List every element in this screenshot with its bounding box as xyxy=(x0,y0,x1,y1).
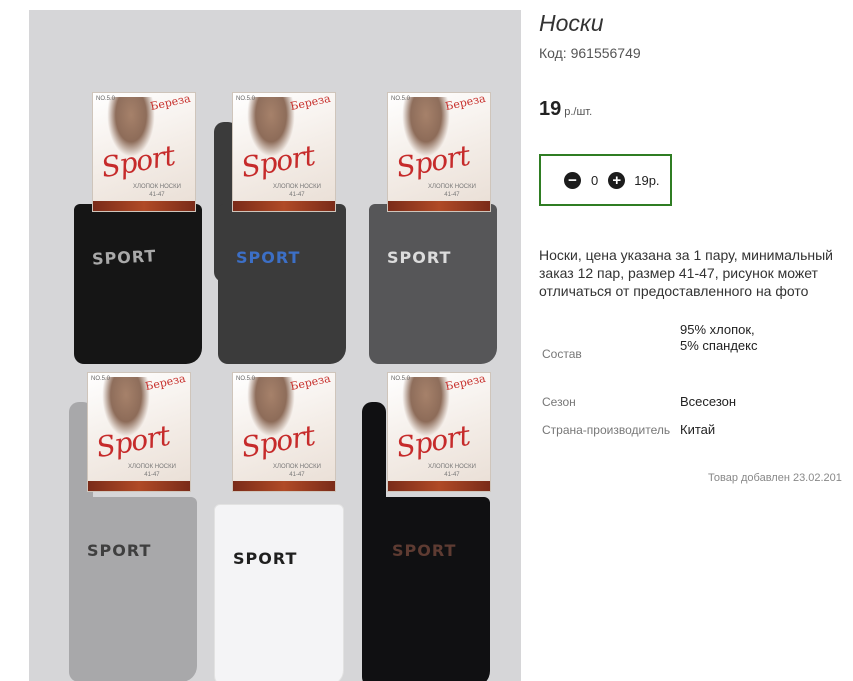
sock-print: SPORT xyxy=(87,541,152,560)
sock-print: SPORT xyxy=(387,248,452,267)
pack-band xyxy=(388,481,490,491)
pack-label: NO.5.0 Береза Sport ХЛОПОК НОСКИ 41-47 xyxy=(387,372,491,492)
pack-number: NO.5.0 xyxy=(391,376,411,382)
product-title: Носки xyxy=(539,10,604,36)
pack-label: NO.5.0 Береза Sport ХЛОПОК НОСКИ 41-47 xyxy=(92,92,196,212)
brand-name: Береза xyxy=(444,91,487,114)
quantity-total: 19р. xyxy=(634,172,660,188)
sock-pack: SPORT NO.5.0 Береза Sport ХЛОПОК НОСКИ 4… xyxy=(362,372,502,681)
product-description: Носки, цена указана за 1 пару, минимальн… xyxy=(539,247,833,299)
sock: SPORT xyxy=(369,204,497,364)
pack-number: NO.5.0 xyxy=(236,376,256,382)
sock-pack: SPORT NO.5.0 Береза Sport ХЛОПОК НОСКИ 4… xyxy=(369,92,509,364)
sock-print: SPORT xyxy=(91,246,157,269)
sock-print: SPORT xyxy=(236,248,301,267)
pack-band xyxy=(233,201,335,211)
brand-name: Береза xyxy=(289,91,332,114)
pack-label: NO.5.0 Береза Sport ХЛОПОК НОСКИ 41-47 xyxy=(387,92,491,212)
spec-label: Страна-производитель xyxy=(542,423,671,437)
pack-band xyxy=(93,201,195,211)
pack-number: NO.5.0 xyxy=(96,96,116,102)
product-image[interactable]: SPORT NO.5.0 Береза Sport ХЛОПОК НОСКИ 4… xyxy=(29,10,521,681)
sock: SPORT xyxy=(214,504,344,681)
pack-band xyxy=(233,481,335,491)
minus-circle-icon[interactable]: − xyxy=(564,171,581,189)
pack-size: ХЛОПОК НОСКИ 41-47 xyxy=(273,464,321,478)
pack-size: ХЛОПОК НОСКИ 41-47 xyxy=(128,464,176,478)
spec-value: Китай xyxy=(680,422,716,437)
spec-label: Состав xyxy=(542,347,582,361)
pack-band xyxy=(88,481,190,491)
sock-pack: SPORT NO.5.0 Береза Sport ХЛОПОК НОСКИ 4… xyxy=(214,92,354,364)
brand-name: Береза xyxy=(144,371,187,394)
sock: SPORT xyxy=(74,204,202,364)
brand-name: Береза xyxy=(289,371,332,394)
pack-label: NO.5.0 Береза Sport ХЛОПОК НОСКИ 41-47 xyxy=(87,372,191,492)
pack-size: ХЛОПОК НОСКИ 41-47 xyxy=(428,184,476,198)
pack-label: NO.5.0 Береза Sport ХЛОПОК НОСКИ 41-47 xyxy=(232,372,336,492)
quantity-selector: − 0 + 19р. xyxy=(539,154,672,206)
added-date: Товар добавлен 23.02.201 xyxy=(708,472,842,484)
pack-size: ХЛОПОК НОСКИ 41-47 xyxy=(133,184,181,198)
product-code: Код: 961556749 xyxy=(539,45,641,61)
sock-print: SPORT xyxy=(392,541,457,560)
sock: SPORT xyxy=(218,204,346,364)
plus-circle-icon[interactable]: + xyxy=(608,171,626,189)
quantity-value: 0 xyxy=(591,172,599,188)
sock-pack: SPORT NO.5.0 Береза Sport ХЛОПОК НОСКИ 4… xyxy=(74,92,214,364)
pack-number: NO.5.0 xyxy=(91,376,111,382)
sock: SPORT xyxy=(362,497,490,681)
sock-pack: SPORT NO.5.0 Береза Sport ХЛОПОК НОСКИ 4… xyxy=(214,372,354,681)
pack-number: NO.5.0 xyxy=(391,96,411,102)
pack-band xyxy=(388,201,490,211)
pack-label: NO.5.0 Береза Sport ХЛОПОК НОСКИ 41-47 xyxy=(232,92,336,212)
spec-label: Сезон xyxy=(542,395,576,409)
spec-value: 95% хлопок, 5% спандекс xyxy=(680,322,758,353)
brand-name: Береза xyxy=(149,91,192,114)
price-unit: р./шт. xyxy=(564,106,593,118)
product-price: 19 р./шт. xyxy=(539,98,592,121)
pack-size: ХЛОПОК НОСКИ 41-47 xyxy=(273,184,321,198)
brand-name: Береза xyxy=(444,371,487,394)
sock: SPORT xyxy=(69,497,197,681)
pack-number: NO.5.0 xyxy=(236,96,256,102)
sock-pack: SPORT NO.5.0 Береза Sport ХЛОПОК НОСКИ 4… xyxy=(69,372,209,681)
sock-print: SPORT xyxy=(233,549,298,568)
price-value: 19 xyxy=(539,98,562,120)
spec-value: Всесезон xyxy=(680,394,737,409)
pack-size: ХЛОПОК НОСКИ 41-47 xyxy=(428,464,476,478)
